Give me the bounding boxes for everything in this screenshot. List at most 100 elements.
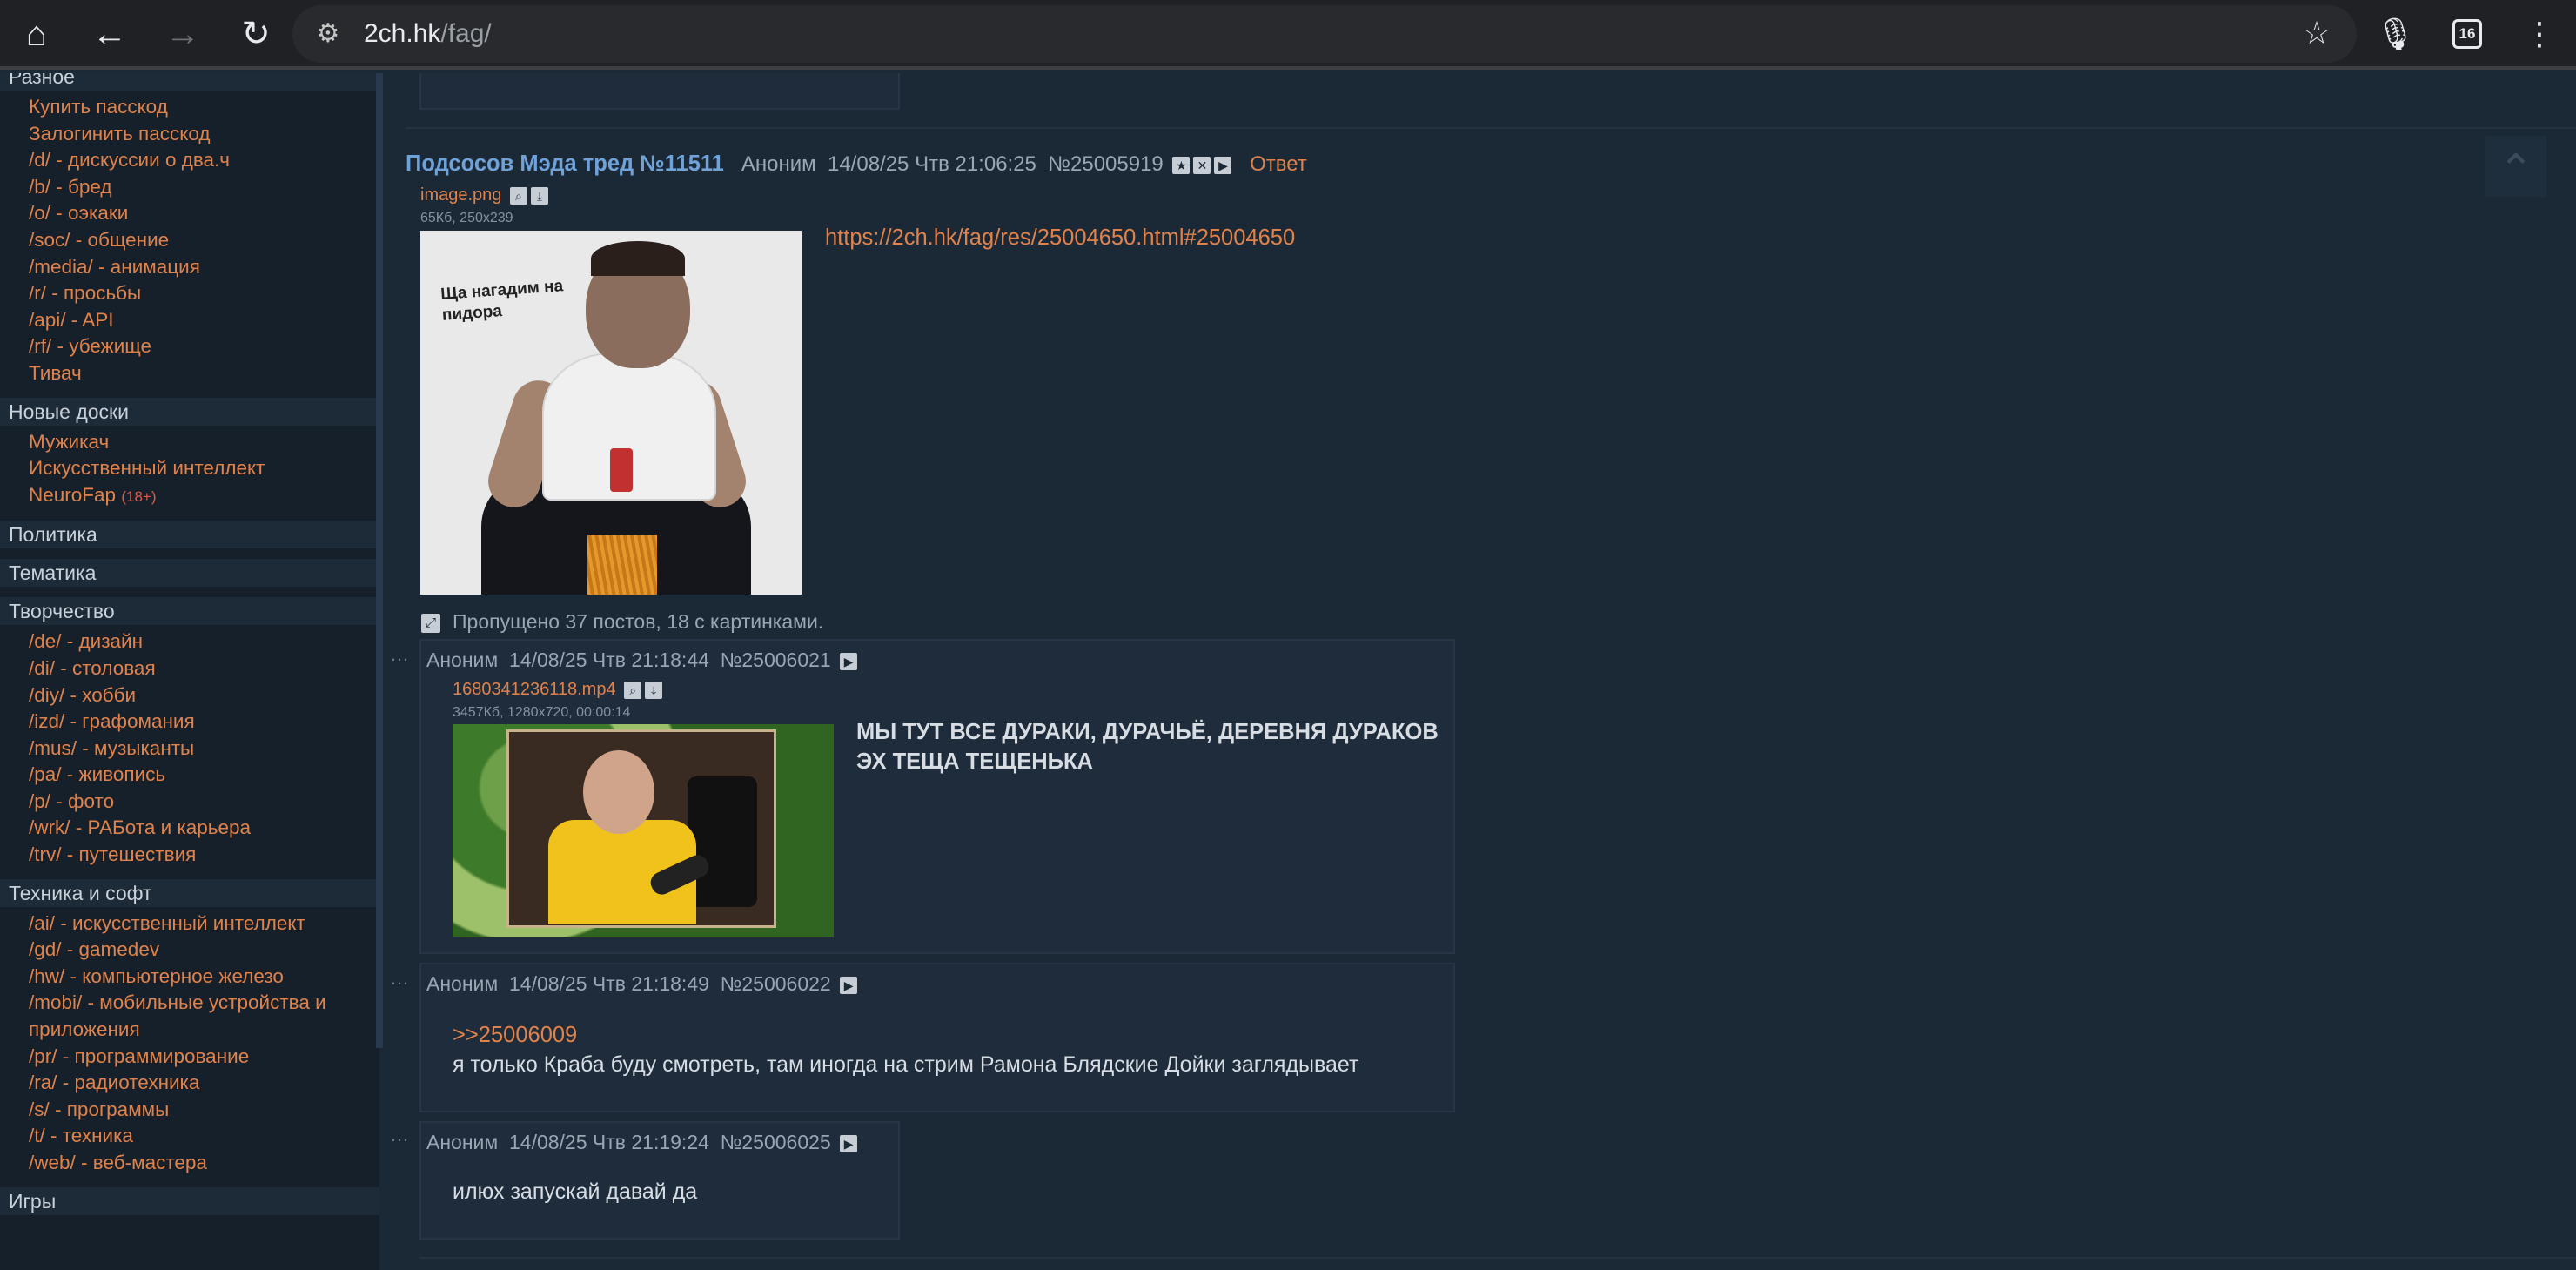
sidebar-board-label: Залогинить пасскод: [29, 122, 211, 144]
post-menu-dots[interactable]: …: [390, 645, 409, 664]
op-link[interactable]: https://2ch.hk/fag/res/25004650.html#250…: [825, 223, 1295, 252]
star-icon[interactable]: ★: [1172, 156, 1191, 174]
url-text[interactable]: 2ch.hk/fag/: [364, 17, 492, 50]
sidebar-board-label: /t/ - техника: [29, 1125, 133, 1147]
play-icon[interactable]: ▶: [840, 976, 858, 994]
sidebar-section-title[interactable]: Тематика: [0, 559, 379, 588]
sidebar-board-link[interactable]: /wrk/ - РАБота и карьера: [0, 815, 379, 842]
sidebar-board-link[interactable]: /de/ - дизайн: [0, 628, 379, 655]
sidebar-section-title[interactable]: Игры: [0, 1186, 379, 1215]
sidebar-scrollbar[interactable]: [376, 73, 383, 1048]
site-settings-icon[interactable]: ⚙: [312, 17, 345, 50]
play-icon[interactable]: ▶: [840, 652, 858, 670]
post-author: Аноним: [426, 972, 499, 995]
search-image-icon[interactable]: ⌕: [509, 186, 527, 205]
sidebar-board-link[interactable]: /di/ - столовая: [0, 655, 379, 682]
download-icon[interactable]: ⤓: [645, 681, 663, 699]
menu-dots-icon[interactable]: ⋮: [2524, 16, 2555, 52]
quote-link[interactable]: >>25006009: [453, 1020, 577, 1050]
thread-title[interactable]: Подсосов Мэда тред №11511: [406, 151, 724, 176]
reply-post: Аноним 14/08/25 Чтв 21:18:44 №25006021 ▶…: [419, 639, 1455, 954]
back-icon[interactable]: ←: [89, 16, 131, 52]
sidebar-board-link[interactable]: /s/ - программы: [0, 1097, 379, 1124]
sidebar-board-label: /trv/ - путешествия: [29, 843, 197, 866]
skipped-posts: ⤢ Пропущено 37 постов, 18 с картинками.: [421, 607, 823, 636]
url-host: 2ch.hk: [364, 19, 441, 48]
sidebar-board-link[interactable]: /media/ - анимация: [0, 254, 379, 281]
sidebar-board-link[interactable]: Мужикач: [0, 429, 379, 456]
home-icon[interactable]: ⌂: [16, 16, 57, 52]
post-number[interactable]: №25006021: [721, 648, 831, 671]
sidebar-board-link[interactable]: Тивач: [0, 360, 379, 387]
scroll-up-button[interactable]: ⌃: [2485, 136, 2546, 197]
sidebar-board-link[interactable]: /mus/ - музыканты: [0, 736, 379, 763]
tab-count-button[interactable]: 16: [2452, 19, 2482, 49]
download-icon[interactable]: ⤓: [530, 186, 548, 205]
post-menu-dots[interactable]: …: [390, 1126, 409, 1145]
reload-icon[interactable]: ↻: [235, 16, 277, 52]
sidebar-board-label: /o/ - оэкаки: [29, 202, 129, 225]
sidebar-board-link[interactable]: Искусственный интеллект: [0, 455, 379, 482]
sidebar-section: Творчество/de/ - дизайн/di/ - столовая/d…: [0, 597, 379, 868]
age-tag: (18+): [121, 487, 157, 505]
post-file-name[interactable]: 1680341236118.mp4: [453, 680, 616, 699]
microphone-icon[interactable]: 🎙: [2376, 16, 2416, 52]
sidebar-board-link[interactable]: /diy/ - хобби: [0, 682, 379, 709]
sidebar-board-link[interactable]: /pr/ - программирование: [0, 1044, 379, 1071]
sidebar-board-label: /web/ - веб-мастера: [29, 1152, 207, 1173]
post-date: 14/08/25 Чтв 21:06:25: [827, 152, 1036, 176]
sidebar-section: Политика: [0, 521, 379, 549]
post-number[interactable]: №25005919: [1048, 152, 1164, 176]
sidebar-board-link[interactable]: /r/ - просьбы: [0, 280, 379, 307]
sidebar-board-link[interactable]: /o/ - оэкаки: [0, 200, 379, 227]
address-bar[interactable]: ⚙ 2ch.hk/fag/ ☆: [292, 5, 2357, 63]
hide-icon[interactable]: ✕: [1193, 156, 1211, 174]
video-thumbnail[interactable]: [453, 724, 834, 937]
sidebar-board-link[interactable]: /ai/ - искусственный интеллект: [0, 911, 379, 937]
sidebar-board-label: NeuroFap: [29, 483, 117, 506]
sidebar-board-link[interactable]: NeuroFap (18+): [0, 482, 379, 511]
sidebar-board-link[interactable]: /t/ - техника: [0, 1123, 379, 1150]
reply-link[interactable]: Ответ: [1250, 152, 1307, 176]
sidebar-board-link[interactable]: /web/ - веб-мастера: [0, 1150, 379, 1177]
sidebar-board-link[interactable]: /b/ - бред: [0, 174, 379, 201]
sidebar-board-label: /mus/ - музыканты: [29, 736, 195, 759]
sidebar-section-title[interactable]: Творчество: [0, 597, 379, 626]
post-number[interactable]: №25006025: [721, 1131, 831, 1153]
post-text-line: ЭХ ТЕЩА ТЕЩЕНЬКА: [856, 749, 1093, 774]
bookmark-star-icon[interactable]: ☆: [2299, 16, 2334, 50]
play-icon[interactable]: ▶: [840, 1134, 858, 1152]
sidebar-board-link[interactable]: /p/ - фото: [0, 789, 379, 816]
sidebar-board-link[interactable]: /api/ - API: [0, 307, 379, 334]
sidebar-section: Новые доски Мужикач Искусственный интеллек…: [0, 397, 379, 511]
post-number[interactable]: №25006022: [721, 972, 831, 995]
thread-divider: [406, 127, 2576, 129]
op-image-caption: Ща нагадим на пидора: [439, 277, 564, 325]
post-date: 14/08/25 Чтв 21:18:49: [508, 972, 709, 995]
sidebar-board-link[interactable]: /d/ - дискуссии о два.ч: [0, 147, 379, 174]
sidebar-board-label: /wrk/ - РАБота и карьера: [29, 816, 252, 839]
sidebar-board-link[interactable]: /gd/ - gamedev: [0, 937, 379, 964]
sidebar-section-title[interactable]: Политика: [0, 521, 379, 549]
post-menu-dots[interactable]: …: [390, 969, 409, 988]
op-image[interactable]: Ща нагадим на пидора: [420, 231, 802, 595]
sidebar-section-title[interactable]: Техника и софт: [0, 878, 379, 907]
sidebar-board-link[interactable]: /izd/ - графомания: [0, 709, 379, 736]
sidebar-board-link[interactable]: Залогинить пасскод: [0, 121, 379, 148]
forward-icon[interactable]: →: [162, 16, 204, 52]
sidebar-section-title[interactable]: Новые доски: [0, 397, 379, 426]
play-icon[interactable]: ▶: [1214, 156, 1232, 174]
sidebar-section-title[interactable]: Разное: [0, 73, 379, 91]
op-file-name[interactable]: image.png: [420, 185, 501, 205]
sidebar-board-link[interactable]: /hw/ - компьютерное железо: [0, 964, 379, 991]
sidebar-board-link[interactable]: /pa/ - живопись: [0, 762, 379, 789]
sidebar-board-link[interactable]: /rf/ - убежище: [0, 333, 379, 360]
sidebar-section: Игры: [0, 1186, 379, 1215]
sidebar-board-link[interactable]: /ra/ - радиотехника: [0, 1070, 379, 1097]
expand-icon[interactable]: ⤢: [421, 613, 440, 633]
sidebar-board-link[interactable]: /trv/ - путешествия: [0, 842, 379, 869]
sidebar-board-link[interactable]: Купить пасскод: [0, 94, 379, 121]
sidebar-board-link[interactable]: /mobi/ - мобильные устройства и приложен…: [0, 990, 348, 1043]
sidebar-board-link[interactable]: /soc/ - общение: [0, 227, 379, 254]
search-image-icon[interactable]: ⌕: [624, 681, 642, 699]
